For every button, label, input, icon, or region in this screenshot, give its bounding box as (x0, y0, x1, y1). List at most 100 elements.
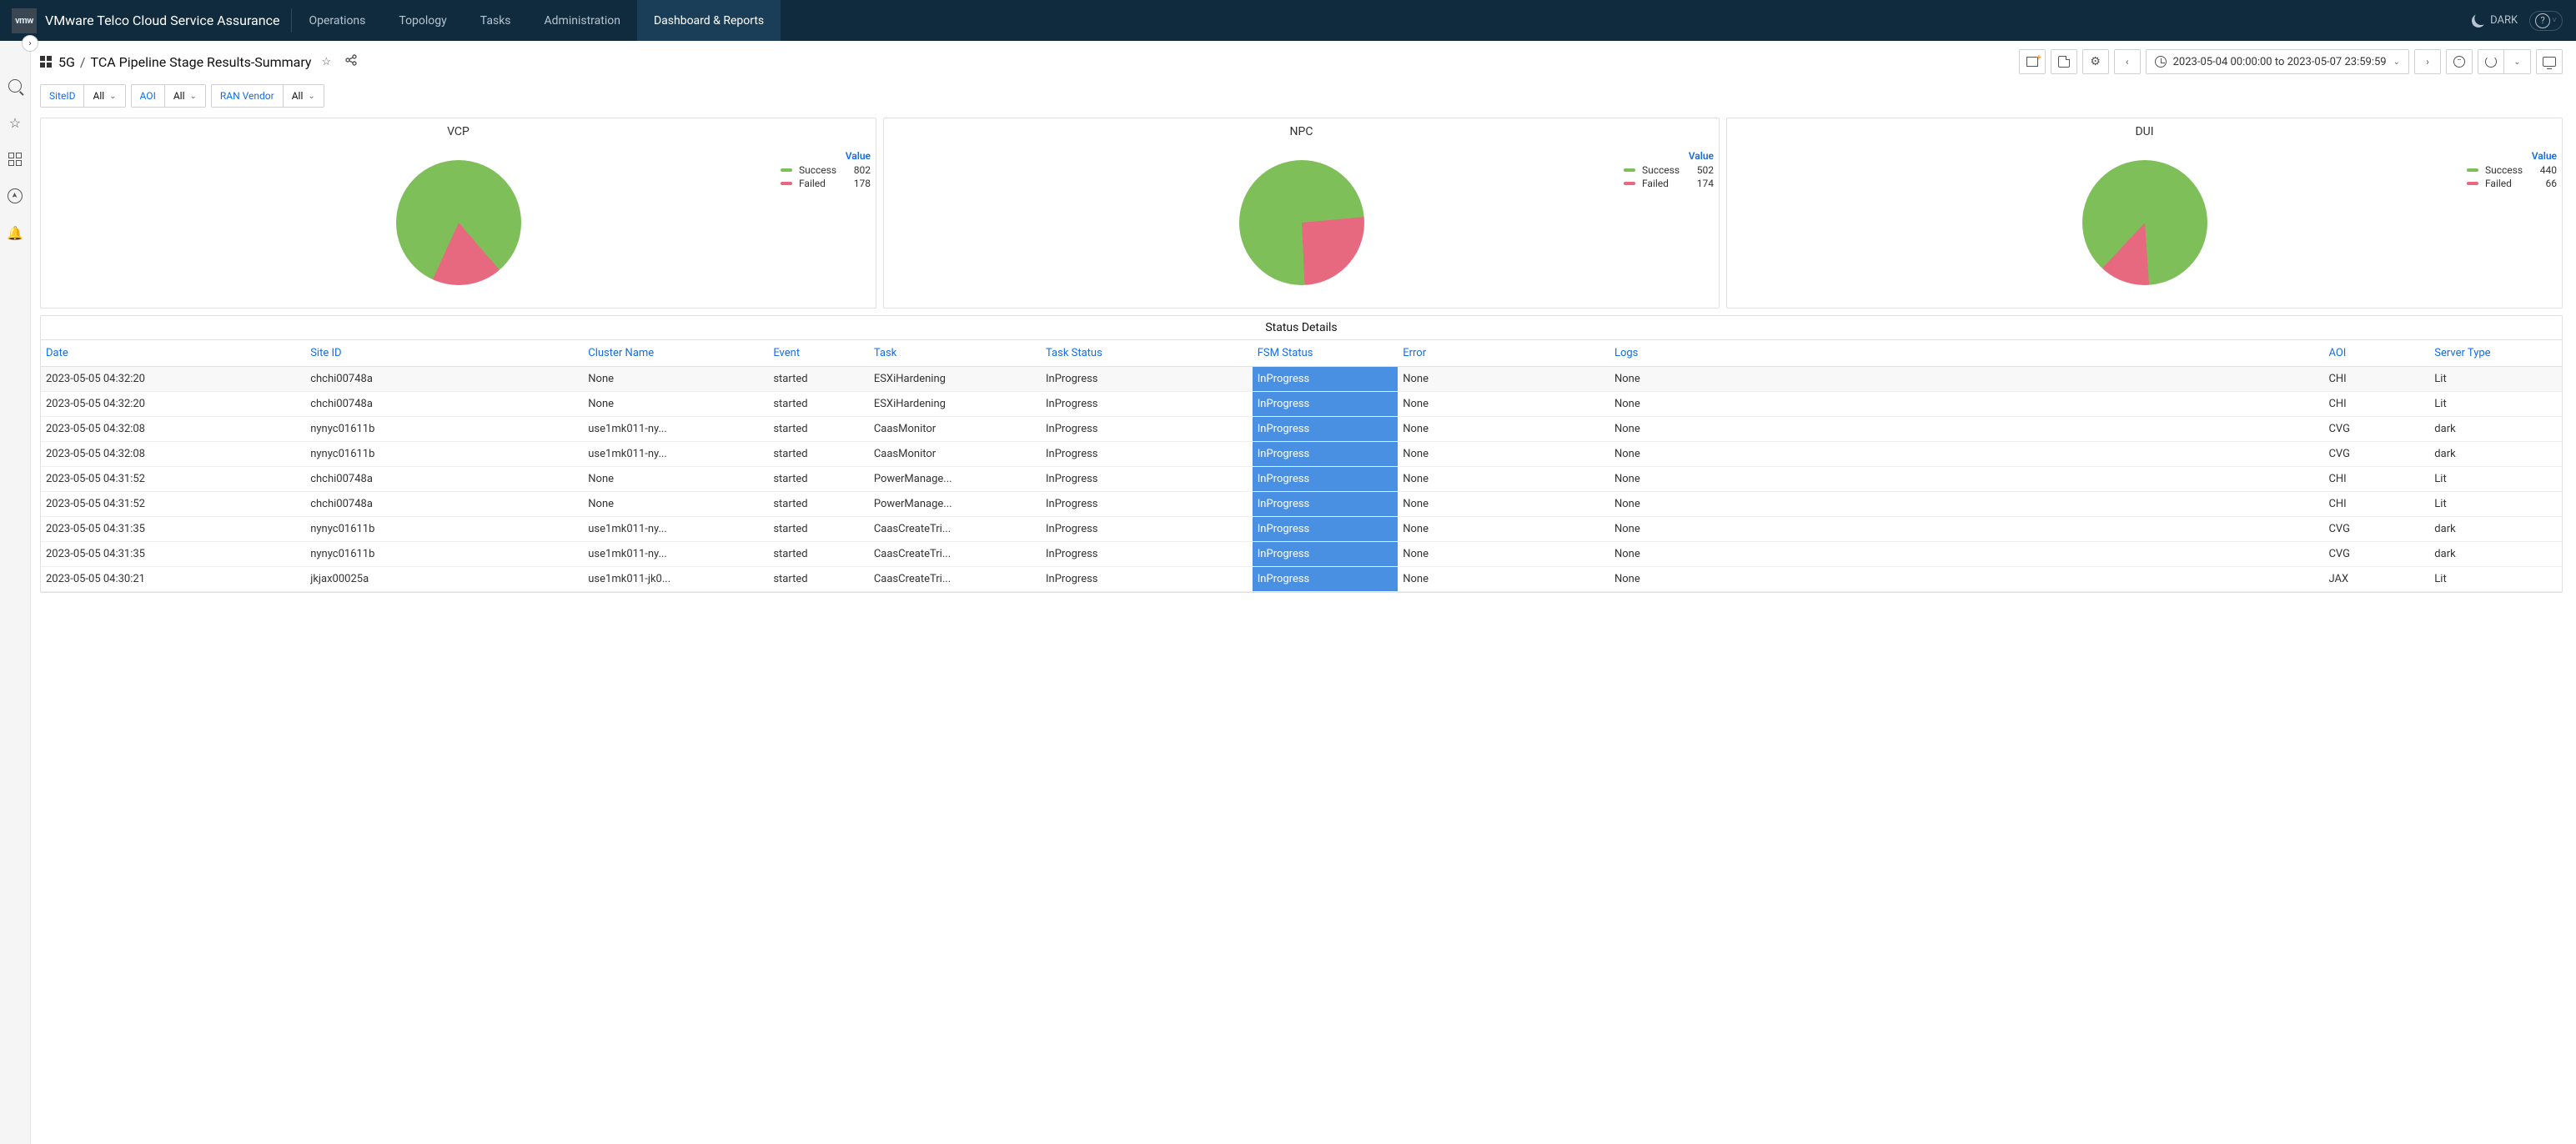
table-body: 2023-05-05 04:32:20chchi00748aNonestarte… (41, 367, 2562, 592)
settings-button[interactable]: ⚙ (2082, 49, 2109, 74)
table-row[interactable]: 2023-05-05 04:31:35nynyc01611buse1mk011-… (41, 542, 2562, 567)
refresh-menu-button[interactable]: ⌄ (2504, 49, 2531, 74)
table-cell: 2023-05-05 04:32:08 (41, 442, 305, 467)
column-header-logs[interactable]: Logs (1609, 340, 2323, 367)
table-cell: use1mk011-ny... (583, 517, 768, 542)
table-row[interactable]: 2023-05-05 04:31:35nynyc01611buse1mk011-… (41, 517, 2562, 542)
table-cell: started (768, 517, 869, 542)
save-button[interactable] (2051, 49, 2077, 74)
table-row[interactable]: 2023-05-05 04:30:21jkjax00025ause1mk011-… (41, 567, 2562, 592)
column-header-event[interactable]: Event (768, 340, 869, 367)
table-cell: 2023-05-05 04:31:35 (41, 542, 305, 567)
column-header-cluster-name[interactable]: Cluster Name (583, 340, 768, 367)
variable-siteid: SiteIDAll ⌄ (40, 84, 126, 108)
legend-name: Failed (799, 178, 841, 189)
legend-header[interactable]: Value (2467, 150, 2557, 163)
table-row[interactable]: 2023-05-05 04:32:08nynyc01611buse1mk011-… (41, 417, 2562, 442)
variable-value-dropdown[interactable]: All ⌄ (84, 85, 124, 107)
column-header-task-status[interactable]: Task Status (1041, 340, 1253, 367)
table-cell: started (768, 417, 869, 442)
table-cell: InProgress (1253, 467, 1398, 492)
time-range-picker[interactable]: 2023-05-04 00:00:00 to 2023-05-07 23:59:… (2146, 49, 2409, 74)
variable-bar: SiteIDAll ⌄AOIAll ⌄RAN VendorAll ⌄ (0, 81, 2576, 118)
refresh-button[interactable] (2478, 49, 2504, 74)
panel-title: VCP (41, 122, 876, 145)
table-cell: CaasCreateTri... (869, 567, 1041, 592)
pie-chart[interactable] (2082, 160, 2207, 285)
legend-swatch (2467, 168, 2478, 172)
legend-row[interactable]: Success502 (1624, 163, 1714, 177)
column-header-date[interactable]: Date (41, 340, 305, 367)
nav-tabs: OperationsTopologyTasksAdministrationDas… (292, 0, 781, 41)
table-row[interactable]: 2023-05-05 04:31:52chchi00748aNonestarte… (41, 467, 2562, 492)
brand-name: VMware Telco Cloud Service Assurance (45, 13, 279, 28)
search-icon[interactable] (5, 76, 25, 96)
alerts-icon[interactable]: 🔔 (5, 223, 25, 243)
column-header-server-type[interactable]: Server Type (2429, 340, 2562, 367)
share-button[interactable] (341, 52, 361, 72)
add-panel-button[interactable] (2019, 49, 2046, 74)
table-cell: None (1398, 467, 1609, 492)
nav-tab-administration[interactable]: Administration (528, 0, 637, 41)
table-cell: nynyc01611b (305, 442, 583, 467)
legend-value: 66 (2533, 178, 2557, 189)
nav-tab-topology[interactable]: Topology (382, 0, 463, 41)
pie-chart[interactable] (1239, 160, 1364, 285)
table-cell: CaasMonitor (869, 417, 1041, 442)
theme-label: DARK (2490, 14, 2518, 27)
view-mode-button[interactable] (2536, 49, 2563, 74)
legend-row[interactable]: Failed178 (781, 177, 871, 190)
legend-name: Success (1642, 164, 1684, 176)
column-header-task[interactable]: Task (869, 340, 1041, 367)
column-header-site-id[interactable]: Site ID (305, 340, 583, 367)
nav-tab-dashboard-reports[interactable]: Dashboard & Reports (637, 0, 781, 41)
table-row[interactable]: 2023-05-05 04:31:52chchi00748aNonestarte… (41, 492, 2562, 517)
dashboards-icon[interactable] (5, 149, 25, 169)
legend-header[interactable]: Value (1624, 150, 1714, 163)
table-cell: InProgress (1253, 492, 1398, 517)
zoom-out-button[interactable] (2446, 49, 2473, 74)
table-cell: chchi00748a (305, 492, 583, 517)
chevron-down-icon: ⌄ (2393, 58, 2400, 67)
legend-value: 440 (2533, 164, 2557, 176)
favorite-button[interactable]: ☆ (319, 54, 335, 70)
time-next-button[interactable]: › (2414, 49, 2441, 74)
table-cell: chchi00748a (305, 467, 583, 492)
time-prev-button[interactable]: ‹ (2114, 49, 2141, 74)
table-row[interactable]: 2023-05-05 04:32:08nynyc01611buse1mk011-… (41, 442, 2562, 467)
help-button[interactable]: ? ˅ (2529, 11, 2563, 31)
table-row[interactable]: 2023-05-05 04:32:20chchi00748aNonestarte… (41, 367, 2562, 392)
legend-row[interactable]: Failed174 (1624, 177, 1714, 190)
nav-tab-tasks[interactable]: Tasks (464, 0, 528, 41)
column-header-fsm-status[interactable]: FSM Status (1253, 340, 1398, 367)
table-cell: ESXiHardening (869, 367, 1041, 392)
favorites-icon[interactable]: ☆ (5, 113, 25, 133)
table-cell: CHI (2323, 392, 2429, 417)
theme-toggle[interactable]: DARK (2472, 14, 2518, 28)
variable-value-dropdown[interactable]: All ⌄ (284, 85, 324, 107)
brand: vmw VMware Telco Cloud Service Assurance (0, 0, 291, 41)
table-cell: dark (2429, 517, 2562, 542)
legend-header[interactable]: Value (781, 150, 871, 163)
table-cell: None (583, 392, 768, 417)
legend-row[interactable]: Success440 (2467, 163, 2557, 177)
variable-value-dropdown[interactable]: All ⌄ (165, 85, 205, 107)
legend-row[interactable]: Failed66 (2467, 177, 2557, 190)
table-cell: CVG (2323, 542, 2429, 567)
table-cell: use1mk011-jk0... (583, 567, 768, 592)
explore-icon[interactable] (5, 186, 25, 206)
pie-legend: ValueSuccess802Failed178 (781, 150, 871, 190)
table-cell: 2023-05-05 04:31:35 (41, 517, 305, 542)
table-cell: CVG (2323, 442, 2429, 467)
pie-legend: ValueSuccess502Failed174 (1624, 150, 1714, 190)
column-header-error[interactable]: Error (1398, 340, 1609, 367)
nav-tab-operations[interactable]: Operations (292, 0, 382, 41)
breadcrumb-root[interactable]: 5G (58, 54, 75, 70)
expand-rail-button[interactable]: › (22, 35, 38, 52)
column-header-aoi[interactable]: AOI (2323, 340, 2429, 367)
breadcrumb-leaf: TCA Pipeline Stage Results-Summary (91, 54, 312, 70)
table-row[interactable]: 2023-05-05 04:32:20chchi00748aNonestarte… (41, 392, 2562, 417)
legend-row[interactable]: Success802 (781, 163, 871, 177)
table-cell: InProgress (1041, 542, 1253, 567)
pie-chart[interactable] (396, 160, 521, 285)
